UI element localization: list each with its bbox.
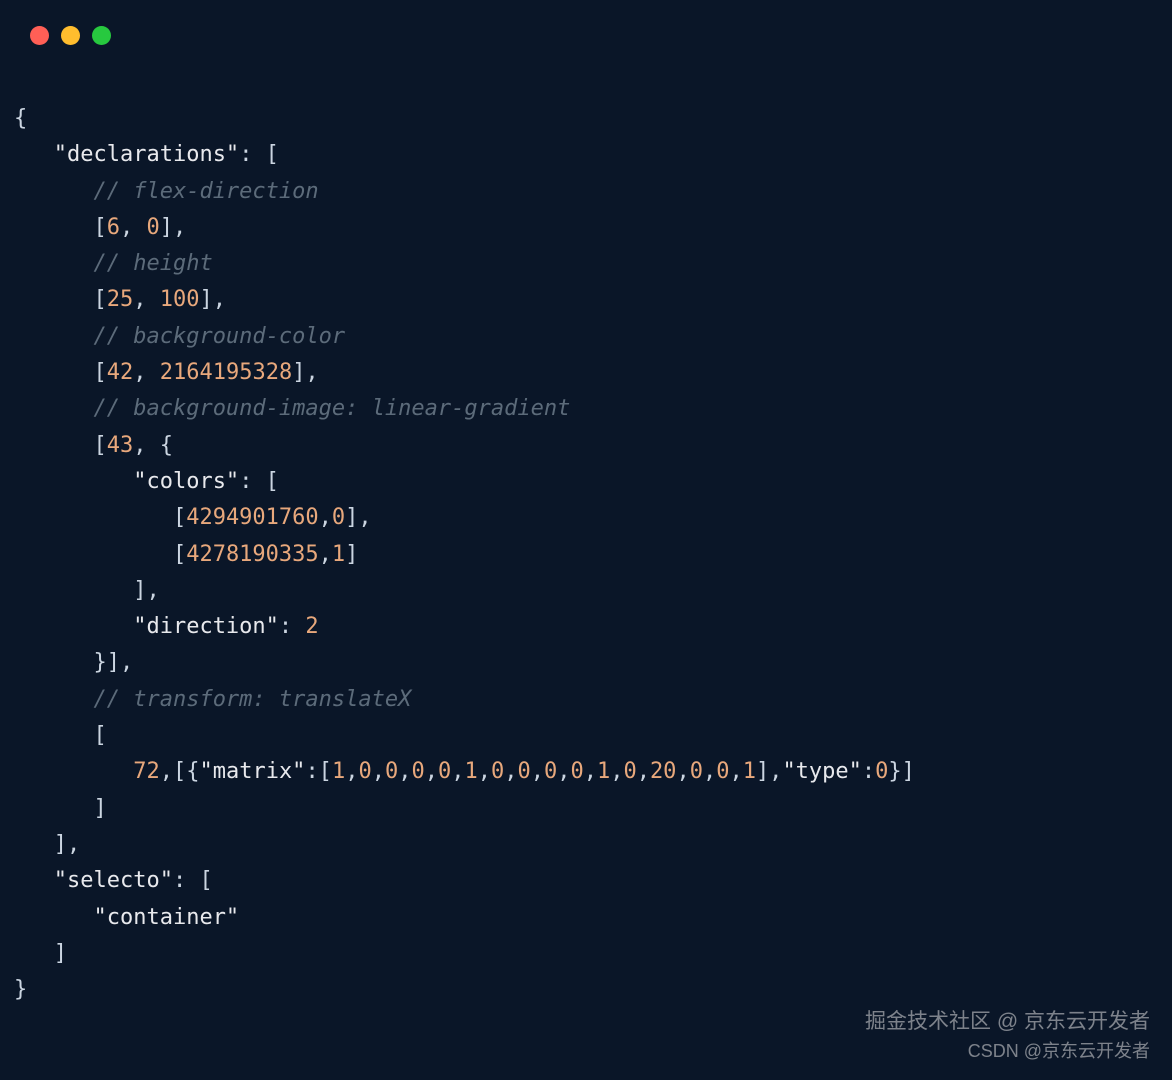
code-token-number: 4278190335	[186, 542, 318, 567]
watermark-line-1: 掘金技术社区 @ 京东云开发者	[865, 1007, 1150, 1037]
code-token-number: 20	[650, 759, 677, 784]
code-token-punct: :	[279, 614, 306, 639]
code-token-punct: ],	[133, 578, 160, 603]
code-token-punct: }]	[888, 759, 915, 784]
code-token-number: 0	[570, 759, 583, 784]
code-token-punct: :[	[305, 759, 332, 784]
code-token-number: 0	[411, 759, 424, 784]
code-token-string: "direction"	[133, 614, 279, 639]
code-token-number: 0	[491, 759, 504, 784]
minimize-icon[interactable]	[61, 26, 80, 45]
code-token-punct: ,	[133, 360, 160, 385]
code-token-number: 100	[160, 287, 200, 312]
code-token-punct: ,	[637, 759, 650, 784]
code-token-punct: [	[93, 723, 106, 748]
code-token-punct: ,	[345, 759, 358, 784]
code-token-comment: // transform: translateX	[93, 687, 411, 712]
code-token-number: 1	[332, 759, 345, 784]
code-token-comment: // background-color	[93, 324, 345, 349]
code-token-number: 1	[597, 759, 610, 784]
code-token-number: 0	[385, 759, 398, 784]
code-token-punct: ,[{	[160, 759, 200, 784]
code-token-comment: // flex-direction	[93, 179, 318, 204]
code-token-number: 43	[107, 433, 134, 458]
code-token-punct: [	[173, 505, 186, 530]
code-token-punct: ,	[729, 759, 742, 784]
code-token-string: "container"	[93, 905, 239, 930]
code-token-punct: [	[173, 542, 186, 567]
code-token-punct: [	[93, 215, 106, 240]
code-token-number: 1	[743, 759, 756, 784]
code-token-punct: {	[14, 106, 27, 131]
code-token-number: 0	[146, 215, 159, 240]
code-token-punct: ,	[451, 759, 464, 784]
code-token-punct: , {	[133, 433, 173, 458]
code-token-punct: ],	[756, 759, 783, 784]
code-token-punct: : [	[173, 868, 213, 893]
code-token-punct: [	[93, 433, 106, 458]
code-token-comment: // background-image: linear-gradient	[93, 396, 570, 421]
code-token-number: 0	[358, 759, 371, 784]
code-token-punct: ,	[133, 287, 160, 312]
code-token-punct: ,	[425, 759, 438, 784]
code-token-punct: ,	[676, 759, 689, 784]
code-token-number: 0	[544, 759, 557, 784]
code-token-number: 0	[716, 759, 729, 784]
watermark: 掘金技术社区 @ 京东云开发者 CSDN @京东云开发者	[865, 1007, 1150, 1064]
code-token-punct: ,	[319, 505, 332, 530]
code-token-number: 0	[517, 759, 530, 784]
code-token-punct: : [	[239, 142, 279, 167]
code-token-string: "selecto"	[54, 868, 173, 893]
code-token-number: 2164195328	[160, 360, 292, 385]
code-token-punct: ]	[93, 796, 106, 821]
code-token-punct: ],	[292, 360, 319, 385]
code-token-string: "type"	[782, 759, 861, 784]
code-token-string: "matrix"	[199, 759, 305, 784]
code-token-punct: ,	[610, 759, 623, 784]
code-token-punct: ]	[345, 542, 358, 567]
code-token-punct: ,	[398, 759, 411, 784]
code-token-punct: :	[862, 759, 875, 784]
code-token-number: 4294901760	[186, 505, 318, 530]
code-token-punct: ,	[478, 759, 491, 784]
code-token-punct: ,	[531, 759, 544, 784]
code-token-punct: ],	[199, 287, 226, 312]
code-token-punct: ,	[319, 542, 332, 567]
code-token-punct: }	[14, 977, 27, 1002]
code-token-number: 0	[623, 759, 636, 784]
watermark-line-2: CSDN @京东云开发者	[865, 1038, 1150, 1064]
code-token-punct: ],	[54, 832, 81, 857]
code-token-comment: // height	[93, 251, 212, 276]
code-token-number: 25	[107, 287, 134, 312]
code-token-punct: ,	[504, 759, 517, 784]
window-controls	[0, 0, 1172, 45]
code-token-punct: ]	[54, 941, 67, 966]
code-token-number: 72	[133, 759, 160, 784]
code-token-number: 0	[438, 759, 451, 784]
code-token-punct: ,	[372, 759, 385, 784]
code-token-punct: ,	[703, 759, 716, 784]
close-icon[interactable]	[30, 26, 49, 45]
code-token-number: 6	[107, 215, 120, 240]
code-token-string: "declarations"	[54, 142, 239, 167]
code-token-number: 0	[875, 759, 888, 784]
maximize-icon[interactable]	[92, 26, 111, 45]
code-token-punct: ,	[584, 759, 597, 784]
code-token-number: 0	[690, 759, 703, 784]
code-token-punct: ,	[120, 215, 147, 240]
code-token-punct: ],	[345, 505, 372, 530]
code-token-punct: ],	[160, 215, 187, 240]
code-token-punct: }],	[93, 650, 133, 675]
code-token-number: 0	[332, 505, 345, 530]
code-token-number: 1	[332, 542, 345, 567]
code-token-number: 1	[464, 759, 477, 784]
code-token-punct: [	[93, 287, 106, 312]
code-token-punct: [	[93, 360, 106, 385]
code-token-punct: : [	[239, 469, 279, 494]
code-block: { "declarations": [ // flex-direction [6…	[0, 45, 1172, 1008]
code-token-punct: ,	[557, 759, 570, 784]
code-token-number: 2	[305, 614, 318, 639]
code-token-number: 42	[107, 360, 134, 385]
code-token-string: "colors"	[133, 469, 239, 494]
